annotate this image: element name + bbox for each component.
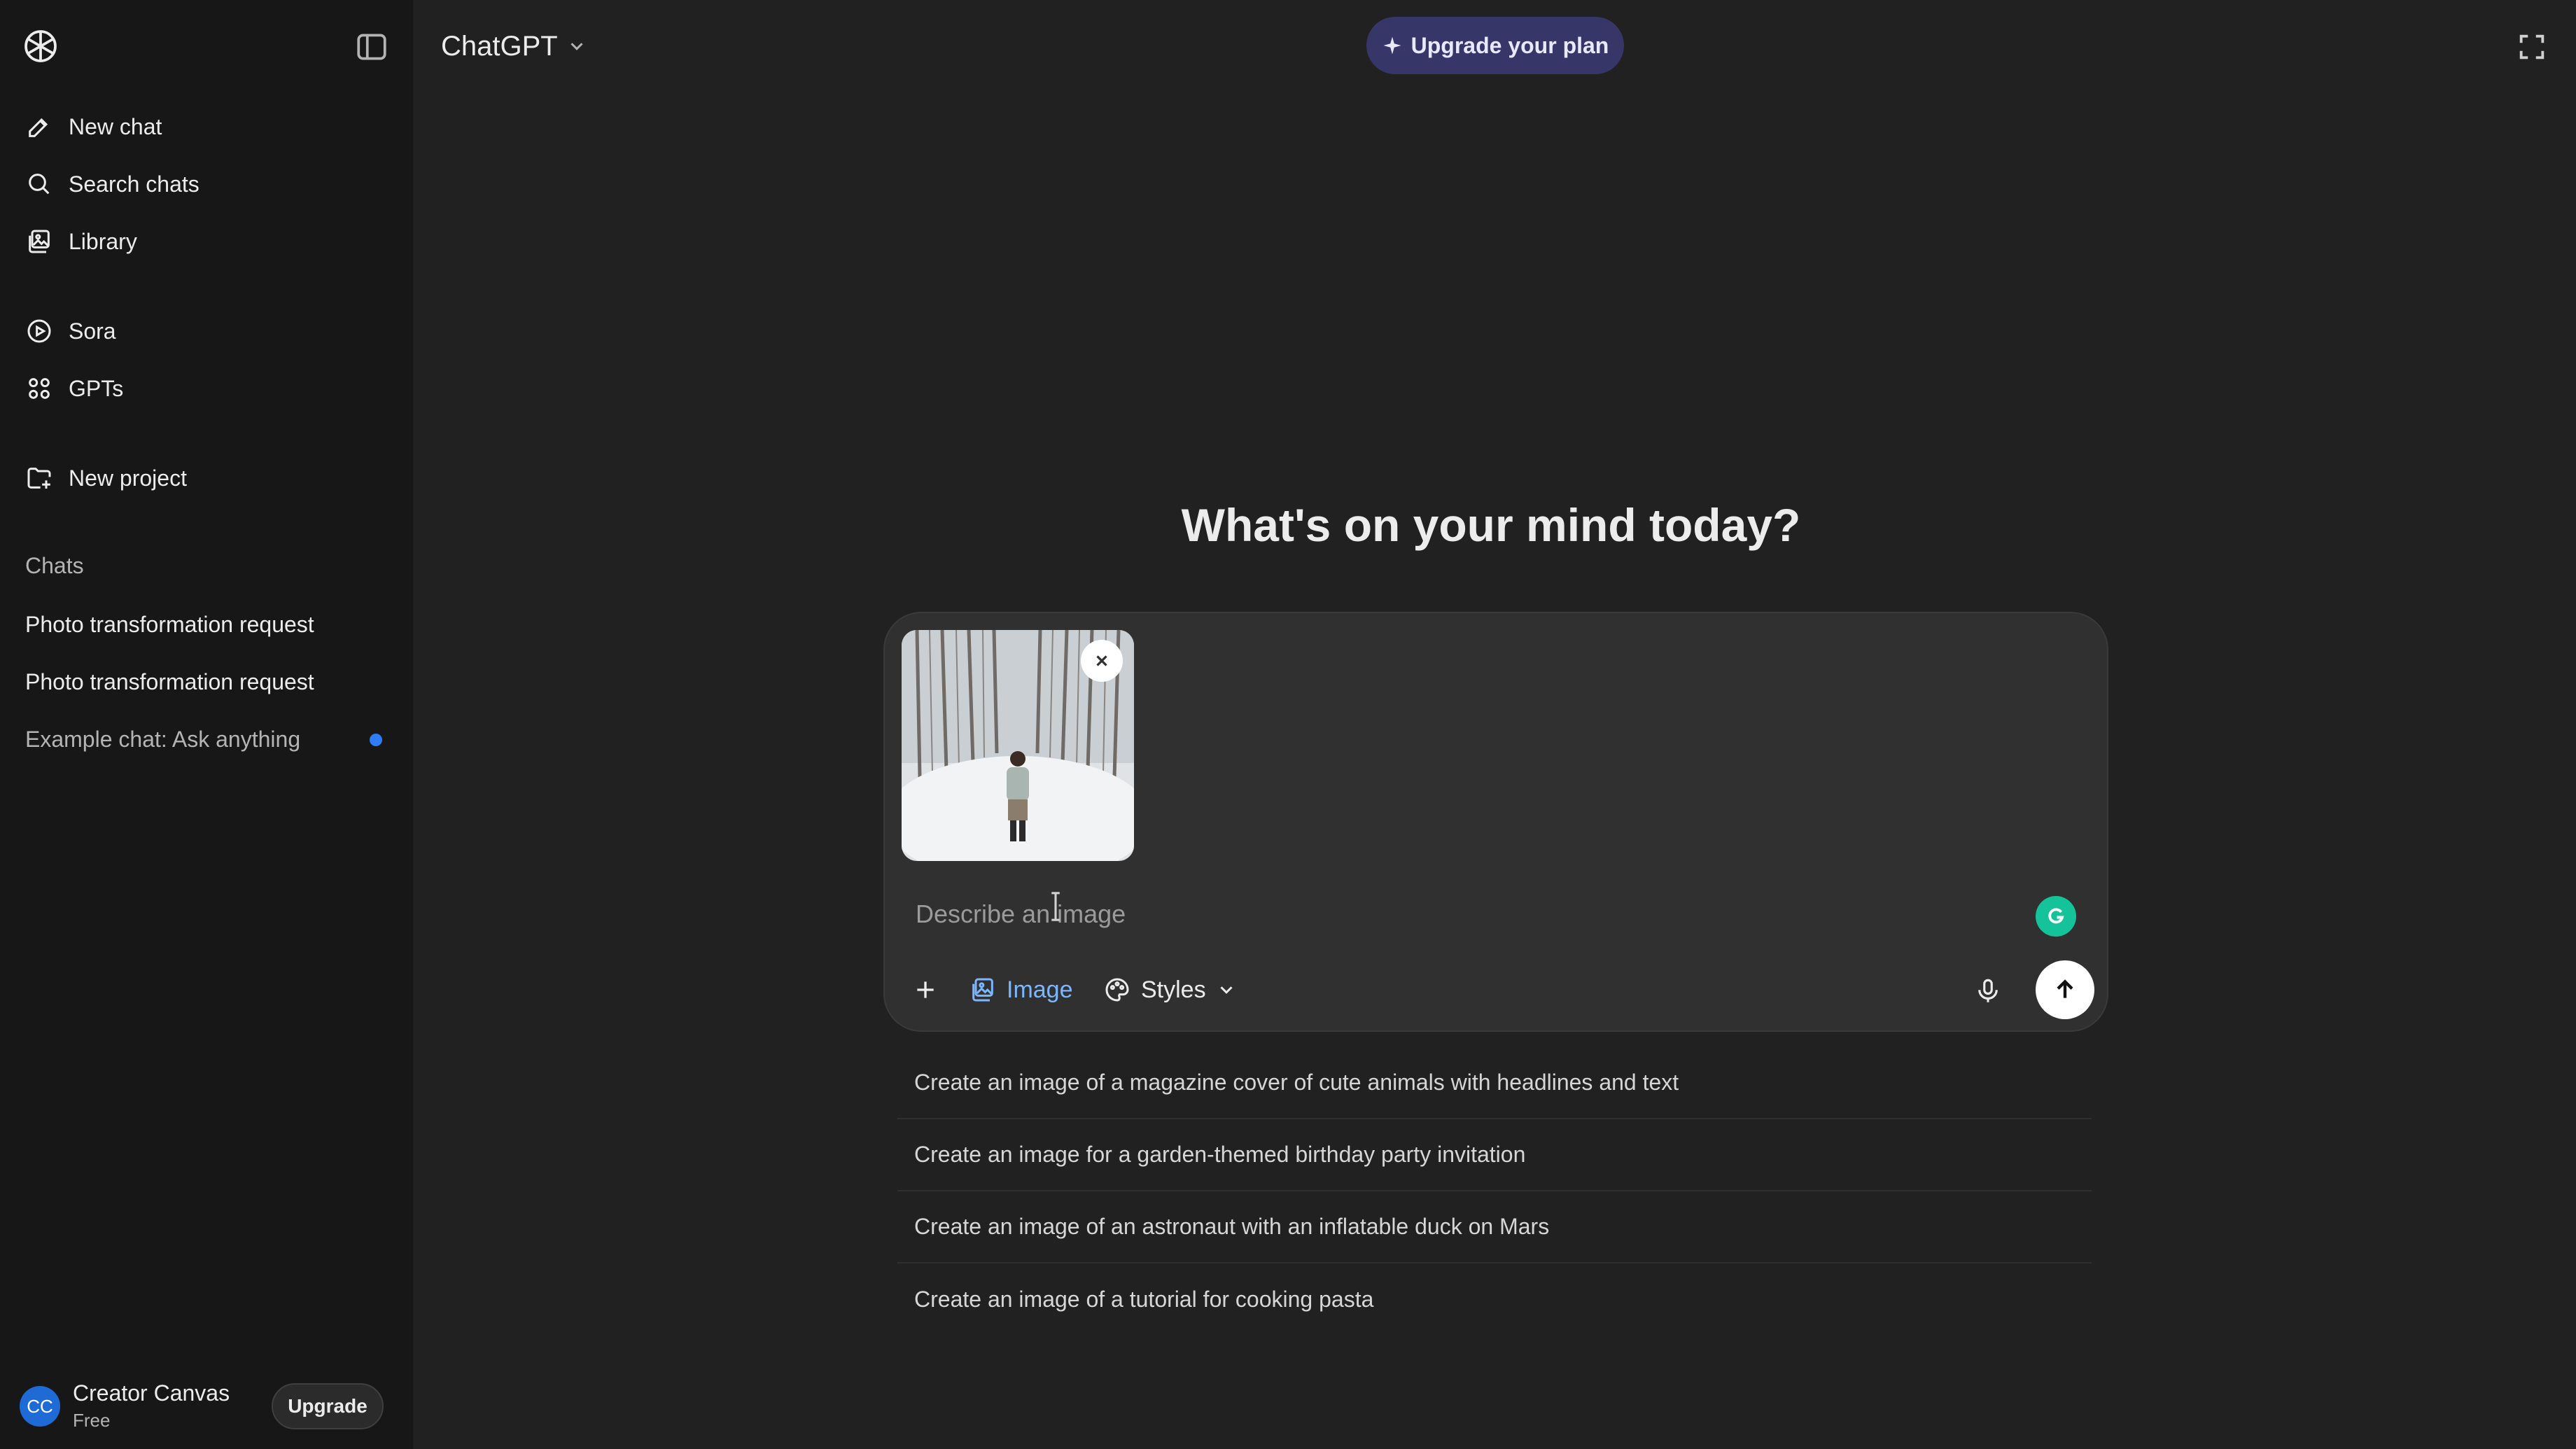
model-name: ChatGPT <box>441 30 558 62</box>
plus-icon <box>917 981 934 998</box>
user-plan: Free <box>73 1410 111 1431</box>
search-icon <box>29 174 50 195</box>
prompt-composer: Image Styles <box>883 612 2108 1032</box>
sora-button[interactable]: Sora <box>13 307 400 356</box>
image-tool-label: Image <box>1007 976 1073 1003</box>
remove-attachment-button[interactable] <box>1081 640 1123 682</box>
grid-icon <box>29 378 50 399</box>
gpts-label: GPTs <box>69 375 124 401</box>
upgrade-button[interactable]: Upgrade <box>272 1383 384 1429</box>
openai-logo-icon[interactable] <box>21 27 60 66</box>
unread-indicator <box>370 734 382 746</box>
upgrade-plan-button[interactable]: Upgrade your plan <box>1366 17 1624 74</box>
new-chat-button[interactable]: New chat <box>13 102 400 151</box>
grammarly-icon[interactable] <box>2036 896 2076 937</box>
add-attachment-button[interactable] <box>911 963 939 1016</box>
styles-label: Styles <box>1141 976 1206 1003</box>
folder-plus-icon <box>27 468 51 489</box>
chat-item[interactable]: Photo transformation request <box>25 669 389 695</box>
sparkle-icon <box>1383 36 1401 55</box>
chats-section-label: Chats <box>25 553 84 578</box>
styles-dropdown[interactable]: Styles <box>1103 963 1237 1016</box>
fullscreen-icon[interactable] <box>2516 31 2548 63</box>
library-label: Library <box>69 228 137 254</box>
avatar: CC <box>20 1386 60 1427</box>
microphone-icon <box>1978 979 1998 1002</box>
suggestion-item[interactable]: Create an image of an astronaut with an … <box>897 1191 2092 1264</box>
suggestion-item[interactable]: Create an image of a tutorial for cookin… <box>897 1264 2092 1336</box>
grammarly-g-icon <box>2048 908 2064 924</box>
suggestion-item[interactable]: Create an image of a magazine cover of c… <box>897 1047 2092 1119</box>
chevron-down-icon <box>1220 986 1233 994</box>
user-profile[interactable]: CC Creator Canvas Free Upgrade <box>20 1376 398 1432</box>
image-tool-button[interactable]: Image <box>969 963 1073 1016</box>
suggestion-item[interactable]: Create an image for a garden-themed birt… <box>897 1119 2092 1191</box>
image-icon <box>972 978 993 1002</box>
suggestion-list: Create an image of a magazine cover of c… <box>897 1047 2092 1336</box>
toggle-sidebar-icon[interactable] <box>354 29 389 64</box>
library-button[interactable]: Library <box>13 217 400 266</box>
library-icon <box>29 230 50 253</box>
gpts-button[interactable]: GPTs <box>13 364 400 413</box>
arrow-up-icon <box>2057 979 2073 998</box>
send-button[interactable] <box>2036 960 2094 1019</box>
chevron-down-icon <box>570 43 583 50</box>
new-project-label: New project <box>69 465 187 491</box>
search-chats-label: Search chats <box>69 171 200 197</box>
close-icon <box>1096 655 1107 666</box>
new-project-button[interactable]: New project <box>13 454 400 503</box>
edit-icon <box>29 118 48 137</box>
search-chats-button[interactable]: Search chats <box>13 160 400 209</box>
model-selector[interactable]: ChatGPT <box>441 25 587 67</box>
play-circle-icon <box>27 319 51 343</box>
palette-icon <box>1105 978 1129 1002</box>
sidebar: New chat Search chats Library Sora GPTs … <box>0 0 413 1449</box>
microphone-button[interactable] <box>1967 970 2009 1012</box>
user-name: Creator Canvas <box>73 1380 230 1406</box>
prompt-input[interactable] <box>916 893 1966 935</box>
sora-label: Sora <box>69 318 116 344</box>
new-chat-label: New chat <box>69 113 162 139</box>
chat-item[interactable]: Photo transformation request <box>25 612 389 638</box>
app-window: New chat Search chats Library Sora GPTs … <box>0 0 2576 1449</box>
upgrade-plan-label: Upgrade your plan <box>1410 32 1609 58</box>
chat-item[interactable]: Example chat: Ask anything <box>25 727 389 752</box>
page-title: What's on your mind today? <box>1181 499 1801 551</box>
text-cursor-icon <box>1051 892 1060 921</box>
